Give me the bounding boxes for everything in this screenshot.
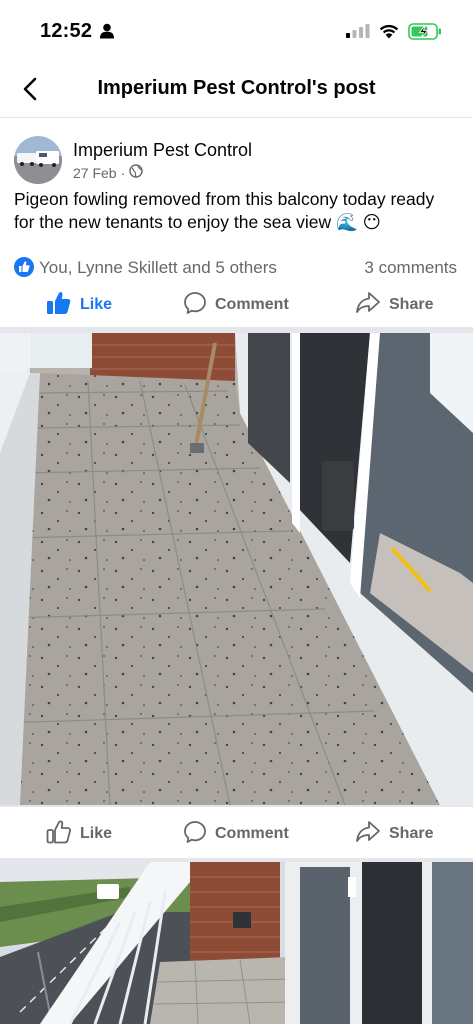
battery-charging-icon: [408, 23, 442, 45]
photo-share-label: Share: [389, 825, 434, 842]
share-icon: [355, 820, 381, 849]
reactions-row: You, Lynne Skillett and 5 others 3 comme…: [14, 256, 459, 280]
like-reaction-icon[interactable]: [14, 257, 34, 277]
status-time: 12:52: [40, 20, 93, 42]
post-text: Pigeon fowling removed from this balcony…: [14, 189, 435, 232]
post-action-bar: Like Comment Share: [0, 283, 473, 327]
like-button[interactable]: Like: [46, 283, 112, 327]
share-icon: [355, 291, 381, 320]
photo-comment-button[interactable]: Comment: [183, 812, 289, 856]
like-button-label: Like: [80, 296, 113, 313]
photo-like-button[interactable]: Like: [46, 812, 112, 856]
avatar[interactable]: [14, 136, 62, 184]
share-button[interactable]: Share: [355, 283, 433, 327]
wifi-icon: [378, 22, 400, 44]
photo-share-button[interactable]: Share: [355, 812, 433, 856]
post-photo-2[interactable]: [0, 862, 473, 1024]
author-name[interactable]: Imperium Pest Control: [73, 140, 252, 161]
comment-button[interactable]: Comment: [183, 283, 289, 327]
photo-comment-label: Comment: [215, 825, 289, 842]
comments-count[interactable]: 3 comments: [364, 258, 457, 278]
status-bar: 12:52: [0, 0, 473, 60]
page-title: Imperium Pest Control's post: [97, 77, 376, 99]
post-photo[interactable]: [0, 333, 473, 805]
globe-icon: [129, 164, 143, 181]
person-icon: [100, 23, 114, 44]
post-date[interactable]: 27 Feb: [73, 165, 117, 181]
post-meta: 27 Feb ·: [73, 164, 143, 181]
thumbs-up-filled-icon: [46, 290, 72, 321]
nav-bar: Imperium Pest Control's post: [0, 60, 473, 118]
share-button-label: Share: [389, 296, 434, 313]
photo-like-label: Like: [80, 825, 113, 842]
divider: [0, 805, 473, 807]
reactors-summary[interactable]: You, Lynne Skillett and 5 others: [39, 258, 277, 278]
signal-icon: [346, 24, 370, 43]
post-header: Imperium Pest Control 27 Feb ·: [14, 136, 459, 186]
meta-separator: ·: [120, 164, 126, 181]
photo-action-bar: Like Comment Share: [0, 812, 473, 856]
comment-button-label: Comment: [215, 296, 289, 313]
comment-icon: [183, 820, 207, 849]
thumbs-up-icon: [46, 819, 72, 850]
comment-icon: [183, 291, 207, 320]
